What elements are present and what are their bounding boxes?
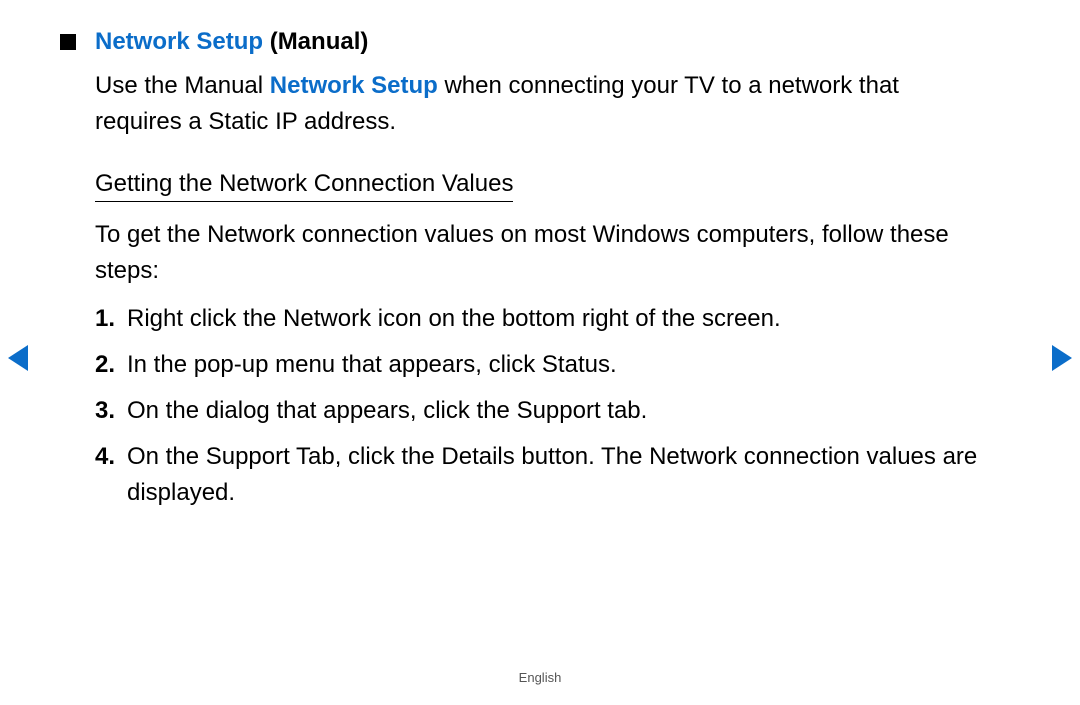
list-item: On the dialog that appears, click the Su… — [95, 393, 985, 429]
intro-highlight: Network Setup — [270, 72, 438, 99]
page-title: Network Setup (Manual) — [95, 28, 368, 56]
list-item: In the pop-up menu that appears, click S… — [95, 347, 985, 383]
subheading: Getting the Network Connection Values — [95, 170, 513, 202]
square-bullet-icon — [60, 34, 76, 50]
list-item: On the Support Tab, click the Details bu… — [95, 439, 985, 511]
intro-text-1: Use the Manual — [95, 72, 270, 99]
title-highlight: Network Setup — [95, 28, 263, 55]
list-item: Right click the Network icon on the bott… — [95, 301, 985, 337]
subheading-wrap: Getting the Network Connection Values — [95, 170, 985, 217]
title-row: Network Setup (Manual) — [60, 28, 985, 56]
intro-paragraph: Use the Manual Network Setup when connec… — [95, 68, 985, 140]
page-content: Network Setup (Manual) Use the Manual Ne… — [0, 0, 1080, 511]
next-page-arrow-icon[interactable] — [1052, 345, 1072, 371]
steps-list: Right click the Network icon on the bott… — [95, 301, 985, 511]
footer-language: English — [0, 670, 1080, 685]
previous-page-arrow-icon[interactable] — [8, 345, 28, 371]
subintro-paragraph: To get the Network connection values on … — [95, 217, 985, 289]
title-suffix: (Manual) — [263, 28, 368, 55]
